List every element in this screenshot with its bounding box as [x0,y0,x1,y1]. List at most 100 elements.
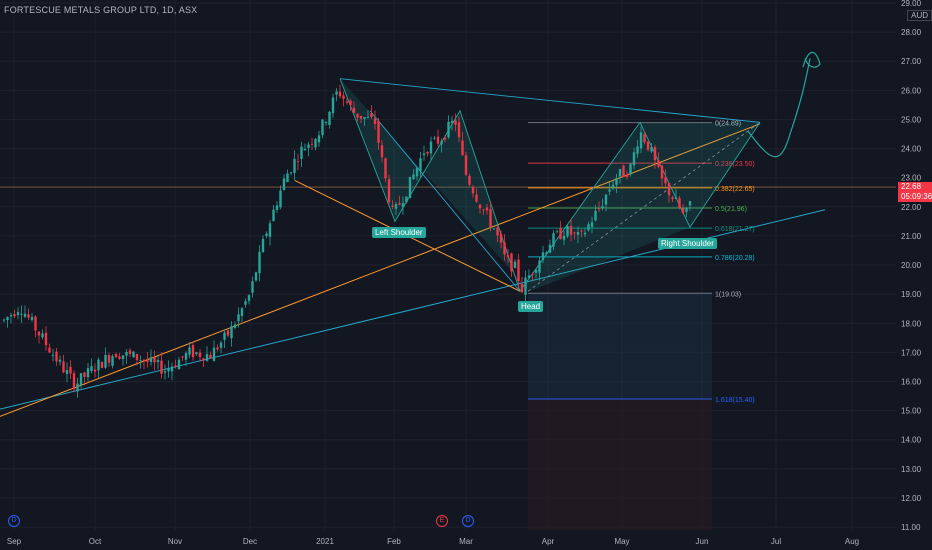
candle-body [72,373,76,390]
candle-body [422,153,426,155]
candle-body [44,332,48,345]
candle-body [335,91,338,95]
y-tick-label: 11.00 [901,523,921,532]
candle-body [160,360,163,374]
candle-body [100,361,104,368]
candle-body [443,137,447,140]
candle-body [237,314,240,322]
candle-body [2,319,6,321]
candle-body [454,120,457,125]
x-tick-label: Mar [459,537,473,546]
candle-body [674,197,678,199]
dividend-event-icon[interactable]: D [462,515,474,527]
y-tick-label: 20.00 [901,261,922,270]
candle-body [153,357,156,363]
candle-body [16,312,20,316]
candle-body [653,147,657,161]
y-axis[interactable]: 11.00 12.00 13.00 14.00 15.00 16.00 17.00 18.00… [901,0,922,532]
candle-body [583,232,587,235]
candle-body [170,366,174,372]
candle-body [622,165,625,177]
earnings-event-icon[interactable]: E [436,515,448,527]
fib-level-label: 0.5(21.96) [715,206,747,213]
hs-pattern-fill [340,78,760,292]
candle-body [667,183,671,196]
candle-body [513,261,517,268]
candle-body [678,198,681,209]
symbol-title: FORTESCUE METALS GROUP LTD, 1D, ASX [4,5,198,15]
right-shoulder-label[interactable]: Right Shoulder [658,238,717,249]
x-tick-label: May [614,537,629,546]
y-tick-label: 16.00 [901,378,922,387]
candle-body [426,151,429,154]
candle-body [482,209,485,211]
price-chart[interactable]: 0(24.89)0.236(23.50)0.382(22.65)0.5(21.9… [0,0,932,550]
candle-body [401,203,405,208]
candle-body [345,101,349,103]
currency-label[interactable]: AUD [907,10,932,21]
fib-level-label: 1.618(15.40) [715,397,755,404]
x-tick-label: Apr [542,537,555,546]
candle-body [342,95,345,99]
x-tick-label: Sep [7,537,22,546]
fib-extension-zone [528,293,712,399]
candle-body [338,91,342,97]
x-tick-label: Jul [771,537,781,546]
candle-body [601,206,604,208]
candle-body [681,208,685,213]
candle-body [177,359,181,370]
candle-body [394,204,398,209]
candle-body [135,353,139,361]
candle-body [174,365,177,368]
candle-body [632,152,636,166]
candle-body [268,223,272,237]
candle-body [531,273,534,275]
candle-body [534,270,538,273]
grid-lines [0,0,896,530]
candle-body [118,356,121,359]
candle-body [562,235,566,240]
candle-body [457,122,461,138]
x-tick-label: Aug [845,537,859,546]
candle-body [520,283,524,293]
candle-body [310,143,314,145]
candle-body [625,174,629,177]
y-tick-label: 17.00 [901,348,922,357]
candle-body [258,251,261,274]
candle-body [356,113,359,118]
candle-body [328,111,331,126]
candle-body [363,117,366,120]
candle-body [657,160,660,168]
candle-body [209,354,212,359]
candle-body [590,222,594,227]
candle-body [685,207,688,212]
head-label[interactable]: Head [518,301,544,312]
fib-level-label: 1(19.03) [715,291,741,298]
fib-level-label: 0.786(20.28) [715,255,755,262]
candle-body [377,121,380,143]
x-axis[interactable]: Sep Oct Nov Dec 2021 Feb Mar Apr May Jun Jul Aug [7,537,859,546]
candle-body [275,205,279,210]
candle-body [433,137,436,139]
candle-body [293,158,296,173]
candle-body [618,169,622,177]
y-tick-label: 14.00 [901,436,922,445]
candle-body [408,176,412,199]
pattern-top-line [339,78,761,123]
left-shoulder-label[interactable]: Left Shoulder [372,227,426,238]
candle-body [419,158,422,171]
candle-body [503,242,506,255]
last-price-tag: 22.68 05:09:36 [898,182,932,202]
candle-body [671,197,674,200]
candle-body [139,360,142,361]
candle-body [566,226,569,237]
dividend-event-icon[interactable]: D [8,515,20,527]
candle-body [541,252,545,261]
candle-body [608,189,611,192]
candle-body [188,347,191,355]
y-tick-label: 26.00 [901,86,922,95]
candle-body [359,115,363,119]
candle-body [664,177,667,184]
candle-body [230,326,233,339]
candle-body [615,178,618,185]
